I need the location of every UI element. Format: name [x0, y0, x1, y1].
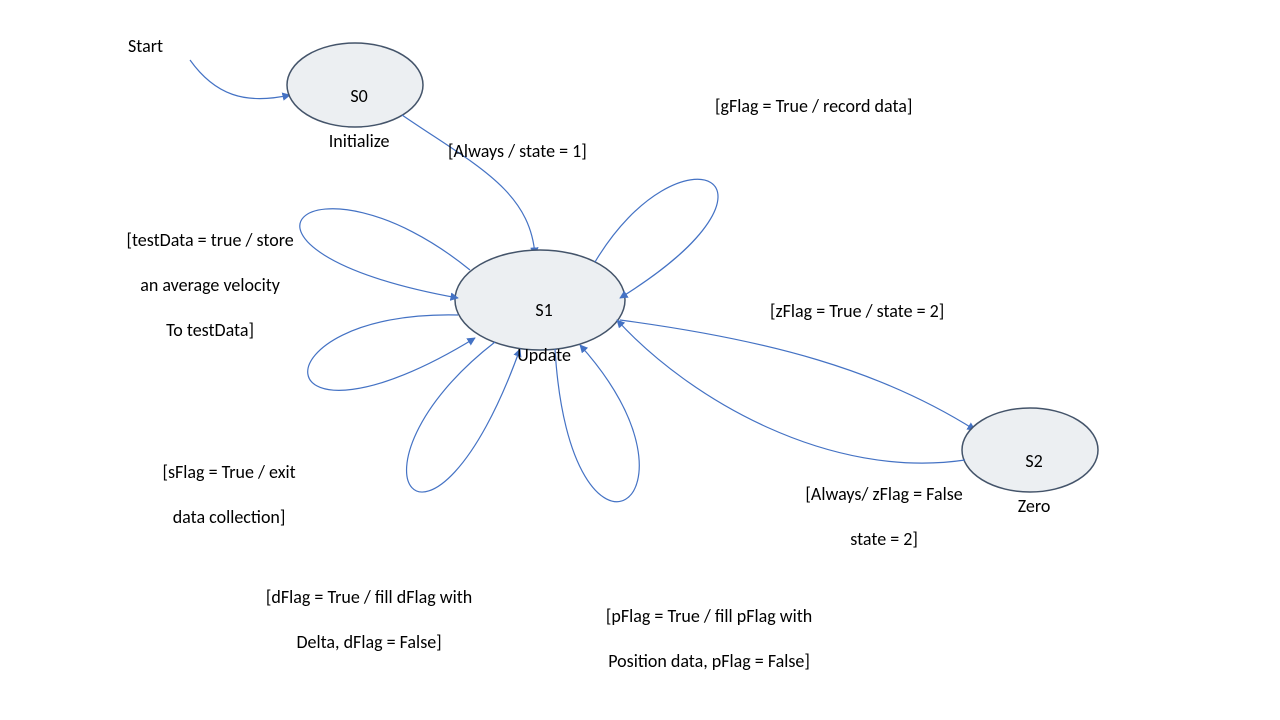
edge-s1-self-sflag	[308, 315, 475, 390]
state-s0-label: S0 Initialize	[305, 62, 405, 152]
edge-s1-to-s2	[620, 320, 975, 430]
start-label: Start	[128, 35, 163, 58]
edge-s1-self-testdata	[300, 209, 470, 298]
label-s2-to-s1: [Always/ zFlag = False state = 2]	[770, 460, 990, 550]
label-s0-to-s1: [Always / state = 1]	[448, 140, 587, 163]
state-s1-label: S1 Update	[490, 276, 590, 366]
edge-s1-self-pflag	[555, 345, 639, 502]
edge-s2-to-s1	[617, 320, 965, 463]
state-s0-id: S0	[350, 85, 367, 107]
label-dflag: [dFlag = True / fill dFlag with Delta, d…	[220, 563, 510, 653]
state-s0-name: Initialize	[329, 130, 390, 152]
edge-start-to-s0	[190, 60, 290, 99]
state-s2-id: S2	[1025, 450, 1042, 472]
state-s2-label: S2 Zero	[980, 427, 1080, 517]
label-s1-to-s2: [zFlag = True / state = 2]	[770, 300, 944, 323]
state-s2-name: Zero	[1018, 495, 1051, 517]
label-sflag: [sFlag = True / exit data collection]	[125, 438, 325, 528]
edge-s0-to-s1	[402, 115, 535, 255]
label-pflag: [pFlag = True / fill pFlag with Position…	[560, 582, 850, 672]
state-s1-id: S1	[535, 299, 552, 321]
label-gflag: [gFlag = True / record data]	[715, 95, 912, 118]
label-testdata: [testData = true / store an average velo…	[91, 206, 321, 341]
state-s1-name: Update	[517, 344, 571, 366]
